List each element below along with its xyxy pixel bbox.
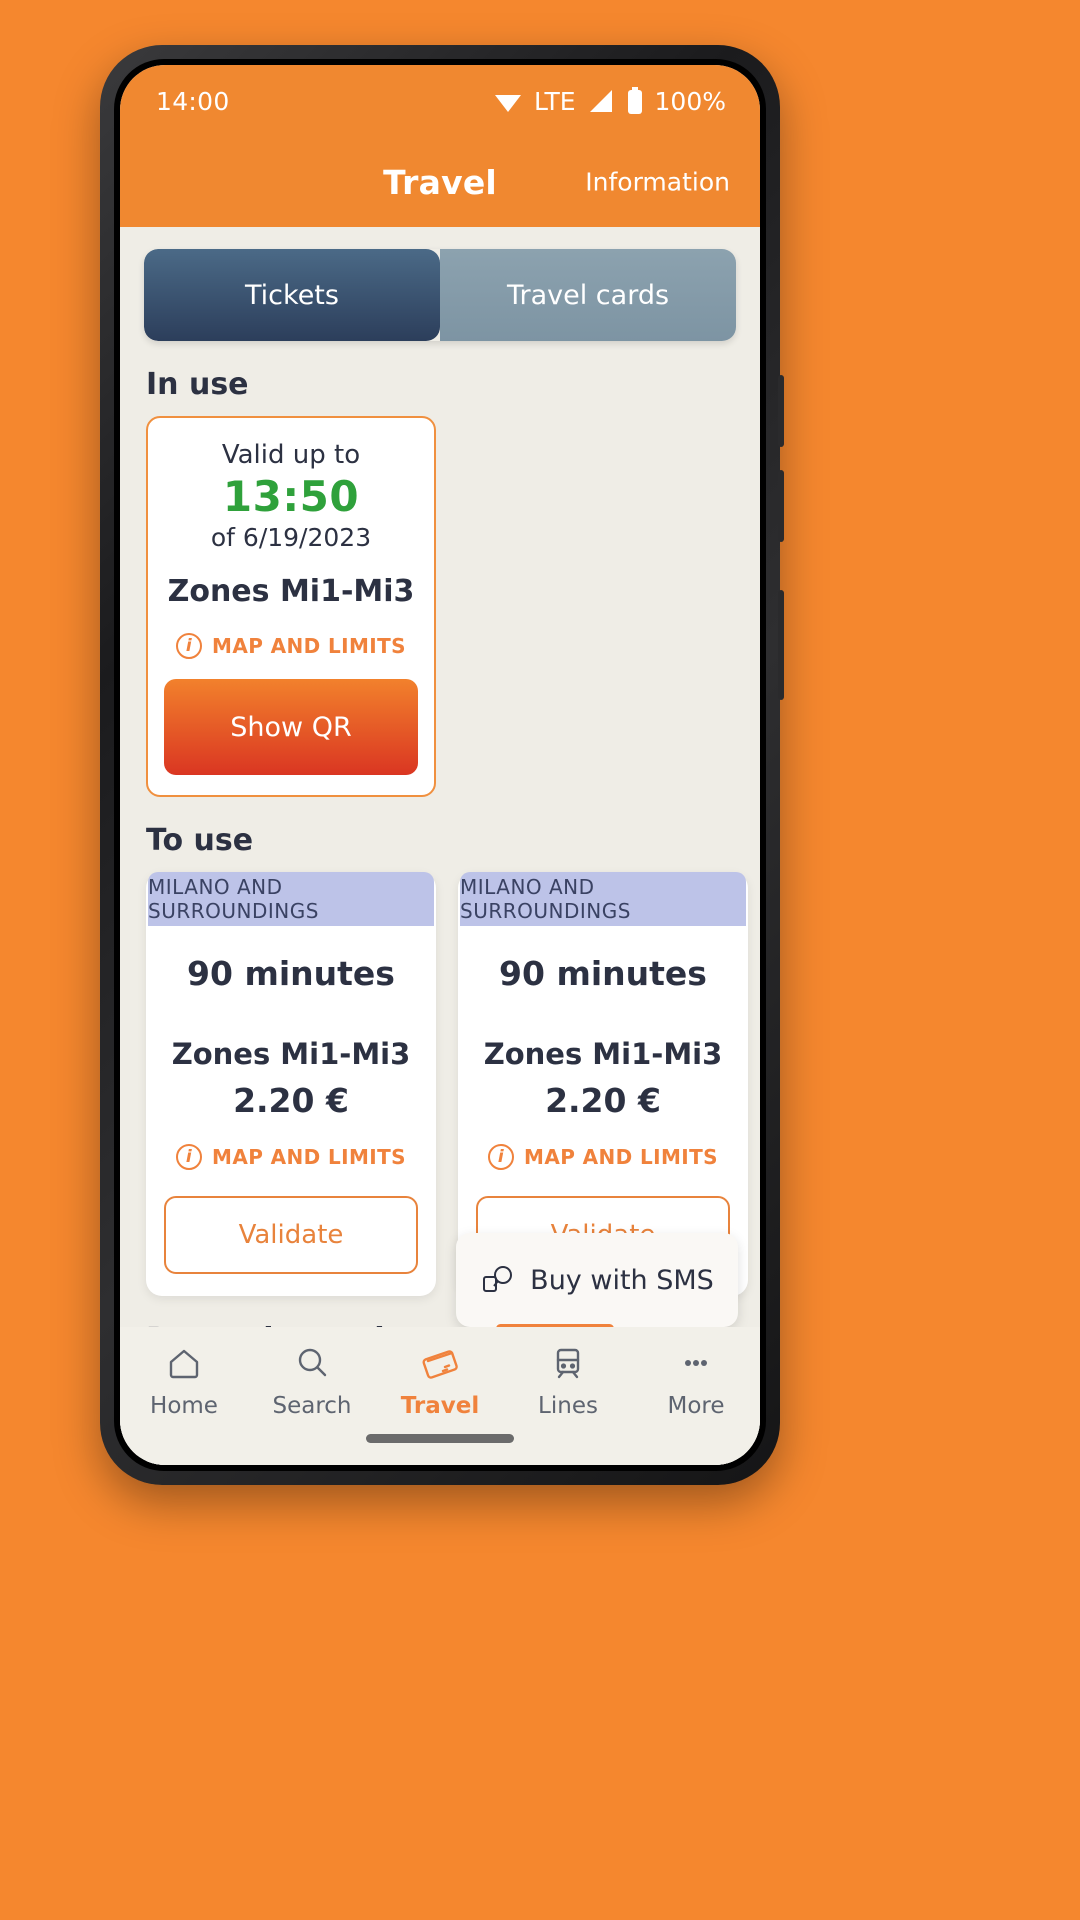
nav-item-search[interactable]: Search — [252, 1343, 372, 1419]
nav-label: Lines — [538, 1393, 598, 1419]
page-title: Travel — [383, 162, 497, 202]
sms-bubble-icon — [480, 1263, 514, 1297]
volume-down-button[interactable] — [778, 470, 784, 542]
status-indicators: LTE 100% — [493, 87, 726, 116]
map-and-limits-label: MAP AND LIMITS — [524, 1145, 718, 1169]
nav-item-travel[interactable]: Travel — [380, 1343, 500, 1419]
buy-with-sms-button[interactable]: Buy with SMS — [456, 1233, 738, 1327]
network-type-label: LTE — [533, 86, 576, 116]
ticket-duration: 90 minutes — [499, 954, 707, 993]
map-and-limits-label: MAP AND LIMITS — [212, 1145, 406, 1169]
battery-percentage: 100% — [654, 86, 726, 116]
battery-icon — [626, 87, 644, 115]
ticket-zones: Zones Mi1-Mi3 — [483, 1037, 723, 1071]
info-icon: i — [176, 1144, 203, 1170]
information-link[interactable]: Information — [585, 168, 730, 197]
bottom-navigation-bar: Home Search Travel Lines More — [120, 1327, 760, 1465]
valid-up-to-label: Valid up to — [221, 440, 361, 470]
map-and-limits-label: MAP AND LIMITS — [212, 634, 406, 658]
ticket-region-badge: MILANO AND SURROUNDINGS — [460, 872, 746, 926]
nav-label: Travel — [400, 1393, 480, 1419]
ticket-zones: Zones Mi1-Mi3 — [171, 1037, 411, 1071]
volume-up-button[interactable] — [778, 375, 784, 447]
tram-icon — [548, 1343, 588, 1383]
more-dots-icon — [676, 1343, 716, 1383]
phone-frame: 14:00 LTE 100% Travel Information Ticket… — [100, 45, 784, 1485]
nav-label: More — [667, 1393, 725, 1419]
signal-icon — [587, 88, 615, 114]
power-button[interactable] — [778, 590, 784, 700]
tab-tickets[interactable]: Tickets — [144, 249, 440, 341]
ticket-price: 2.20 € — [233, 1081, 349, 1120]
app-content: Tickets Travel cards In use Valid up to … — [120, 227, 760, 1465]
tab-travel-cards[interactable]: Travel cards — [440, 249, 736, 341]
in-use-zones: Zones Mi1-Mi3 — [167, 574, 415, 609]
home-icon — [164, 1343, 204, 1383]
validate-button[interactable]: Validate — [164, 1196, 418, 1274]
valid-up-to-time: 13:50 — [222, 472, 360, 521]
to-use-ticket-card[interactable]: MILANO AND SURROUNDINGS 90 minutes Zones… — [146, 872, 436, 1296]
nav-label: Home — [150, 1393, 218, 1419]
info-icon: i — [488, 1144, 515, 1170]
ticket-region-badge: MILANO AND SURROUNDINGS — [148, 872, 434, 926]
valid-up-to-date: of 6/19/2023 — [210, 523, 372, 552]
nav-item-more[interactable]: More — [636, 1343, 756, 1419]
show-qr-button[interactable]: Show QR — [164, 679, 418, 775]
status-bar: 14:00 LTE 100% — [120, 65, 760, 137]
in-use-ticket-card[interactable]: Valid up to 13:50 of 6/19/2023 Zones Mi1… — [146, 416, 436, 797]
app-header: Travel Information — [120, 137, 760, 227]
buy-with-sms-label: Buy with SMS — [530, 1264, 714, 1296]
ticket-price: 2.20 € — [545, 1081, 661, 1120]
map-and-limits-link[interactable]: i MAP AND LIMITS — [164, 1144, 418, 1170]
ticket-card-icon — [418, 1343, 462, 1383]
section-title-to-use: To use — [146, 823, 254, 858]
phone-bezel: 14:00 LTE 100% Travel Information Ticket… — [114, 59, 766, 1471]
home-indicator[interactable] — [366, 1434, 514, 1443]
phone-screen: 14:00 LTE 100% Travel Information Ticket… — [120, 65, 760, 1465]
search-icon — [292, 1343, 332, 1383]
status-clock: 14:00 — [156, 86, 230, 116]
info-icon: i — [176, 633, 203, 659]
section-title-in-use: In use — [146, 367, 249, 402]
map-and-limits-link[interactable]: i MAP AND LIMITS — [476, 1144, 730, 1170]
ticket-duration: 90 minutes — [187, 954, 395, 993]
wifi-icon — [493, 88, 523, 114]
map-and-limits-link-in-use[interactable]: i MAP AND LIMITS — [164, 633, 418, 659]
nav-item-home[interactable]: Home — [124, 1343, 244, 1419]
nav-item-lines[interactable]: Lines — [508, 1343, 628, 1419]
segmented-control: Tickets Travel cards — [144, 249, 736, 341]
nav-label: Search — [272, 1393, 352, 1419]
